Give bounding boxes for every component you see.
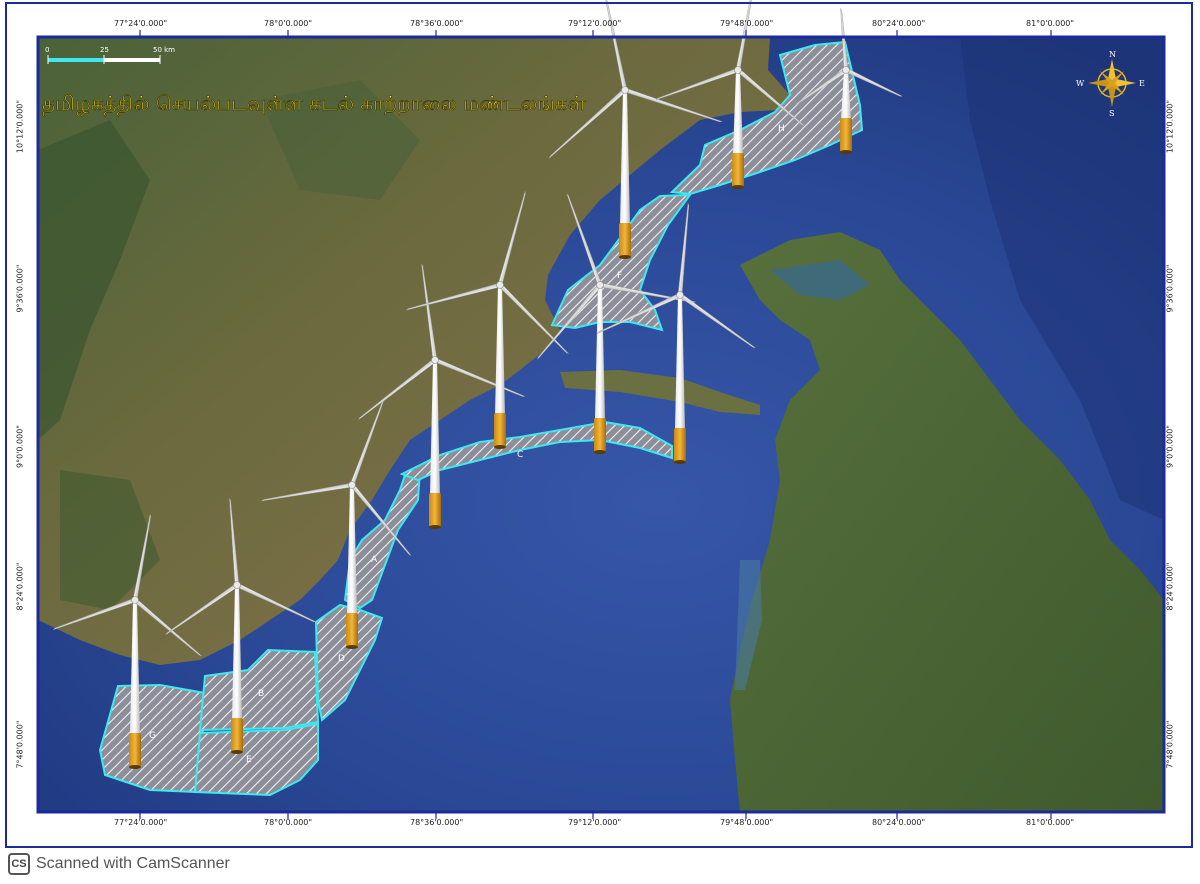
camscanner-text: Scanned with CamScanner <box>36 855 230 872</box>
camscanner-watermark: CS Scanned with CamScanner <box>8 852 230 876</box>
scan-border <box>5 2 1193 848</box>
camscanner-logo-icon: CS <box>8 853 30 875</box>
scanned-map-sheet: A B C D E F G H தமிழகத்தில் செயல்படவுள்ள… <box>0 0 1200 884</box>
